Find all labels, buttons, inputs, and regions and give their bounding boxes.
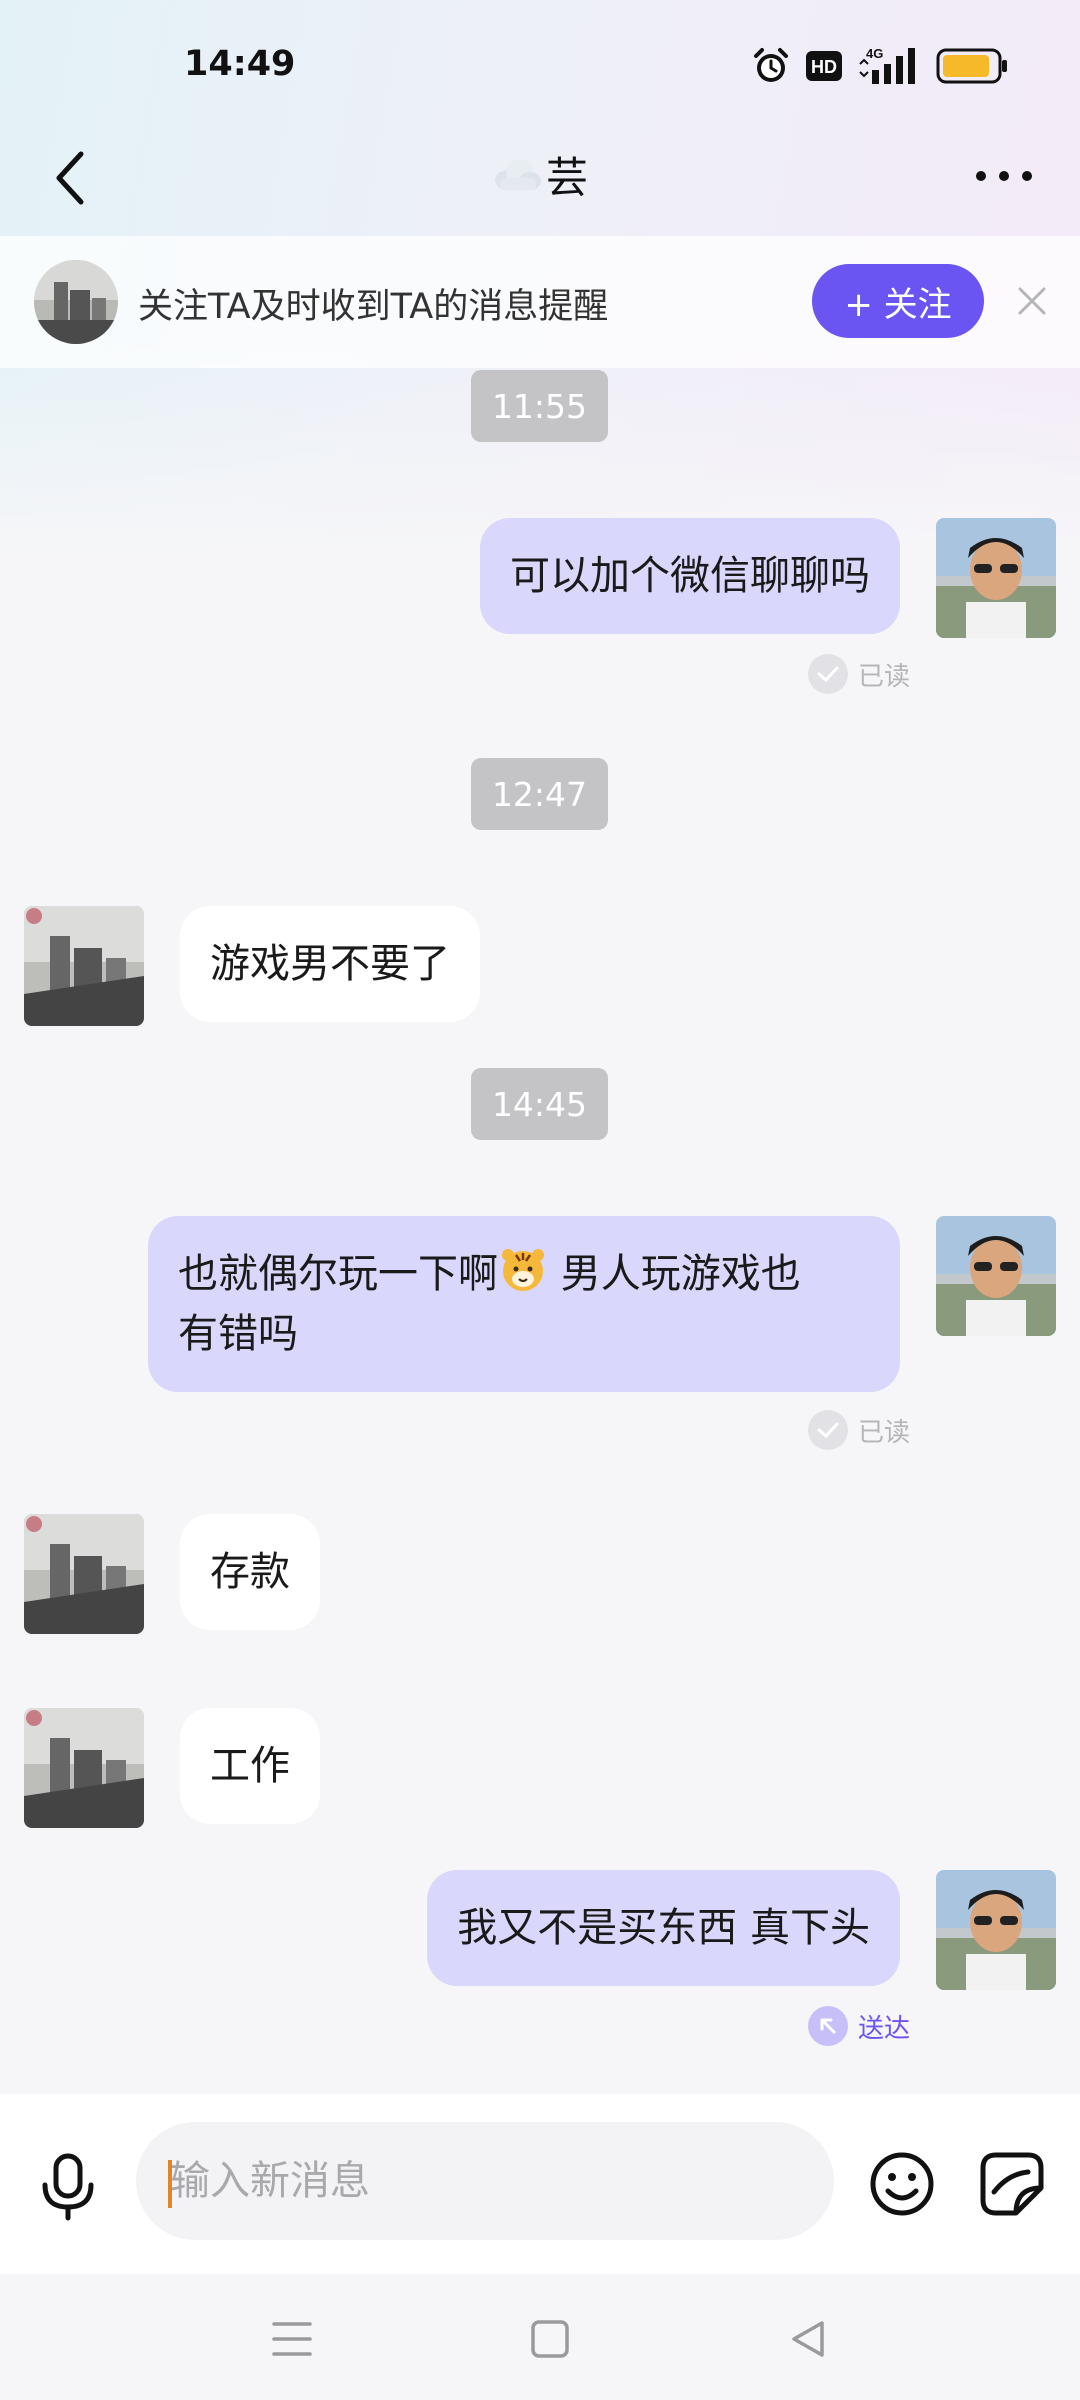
check-circle-icon [808,654,848,694]
arrow-up-left-icon [808,2006,848,2046]
menu-icon [272,2322,312,2356]
input-bar [0,2094,1080,2274]
home-icon [531,2320,569,2358]
message-text: 有错吗 [178,1311,298,1357]
received-message[interactable]: 游戏男不要了 [180,906,480,1022]
recent-apps-button[interactable] [252,2304,332,2374]
follow-button[interactable]: + 关注 [812,264,984,338]
receipt-label: 已读 [858,661,911,692]
emoji-icon [870,2152,934,2216]
sticker-button[interactable] [976,2144,1048,2224]
check-circle-icon [808,1410,848,1450]
chat-title: 芸 [0,130,1080,218]
signal-4g-icon: 4G [858,46,920,86]
cloud-emoji [494,159,541,190]
text-caret [168,2160,172,2208]
timestamp: 12:47 [471,758,608,830]
alarm-icon [752,46,790,86]
follow-banner: 关注TA及时收到TA的消息提醒 + 关注 [0,236,1080,368]
status-time: 14:49 [184,44,296,84]
receipt-label: 送达 [858,2013,911,2044]
hd-label: HD [811,57,837,77]
more-horizontal-icon [976,171,1032,181]
delivered-receipt: 送达 [808,2006,910,2046]
network-label: 4G [866,46,883,61]
close-icon [1018,287,1046,315]
received-message[interactable]: 工作 [180,1708,320,1824]
timestamp: 11:55 [471,370,608,442]
timestamp: 14:45 [471,1068,608,1140]
status-bar: 14:49 HD 4G [0,0,1080,130]
read-receipt: 已读 [808,1410,910,1450]
contact-avatar[interactable] [34,260,118,344]
sent-message[interactable]: 我又不是买东西 真下头 [427,1870,900,1986]
message-text: 也就偶尔玩一下啊 [178,1251,498,1297]
sent-message[interactable]: 也就偶尔玩一下啊 男人玩游戏也有错吗 [148,1216,900,1392]
contact-avatar[interactable] [24,1514,144,1634]
sent-message[interactable]: 可以加个微信聊聊吗 [480,518,900,634]
chat-title-text: 芸 [545,152,588,202]
message-input[interactable] [136,2122,834,2240]
more-button[interactable] [964,146,1044,206]
back-icon [792,2321,824,2357]
microphone-icon [42,2153,94,2221]
voice-button[interactable] [36,2152,100,2222]
battery-icon [936,48,1008,84]
receipt-label: 已读 [858,1417,911,1448]
close-banner-button[interactable] [1012,276,1052,326]
system-back-button[interactable] [768,2304,848,2374]
hd-icon: HD [806,51,842,81]
follow-prompt-text: 关注TA及时收到TA的消息提醒 [138,287,609,327]
chat-header: 芸 [0,130,1080,236]
contact-avatar[interactable] [24,906,144,1026]
status-icons: HD 4G [752,46,1008,86]
home-button[interactable] [510,2304,590,2374]
emoji-button[interactable] [866,2144,938,2224]
read-receipt: 已读 [808,654,910,694]
tiger-emoji [502,1249,544,1291]
sticker-icon [980,2152,1044,2216]
message-text: 男人玩游戏也 [548,1251,801,1297]
contact-avatar[interactable] [24,1708,144,1828]
my-avatar[interactable] [936,1216,1056,1336]
my-avatar[interactable] [936,1870,1056,1990]
received-message[interactable]: 存款 [180,1514,320,1630]
system-nav-bar [0,2274,1080,2400]
my-avatar[interactable] [936,518,1056,638]
